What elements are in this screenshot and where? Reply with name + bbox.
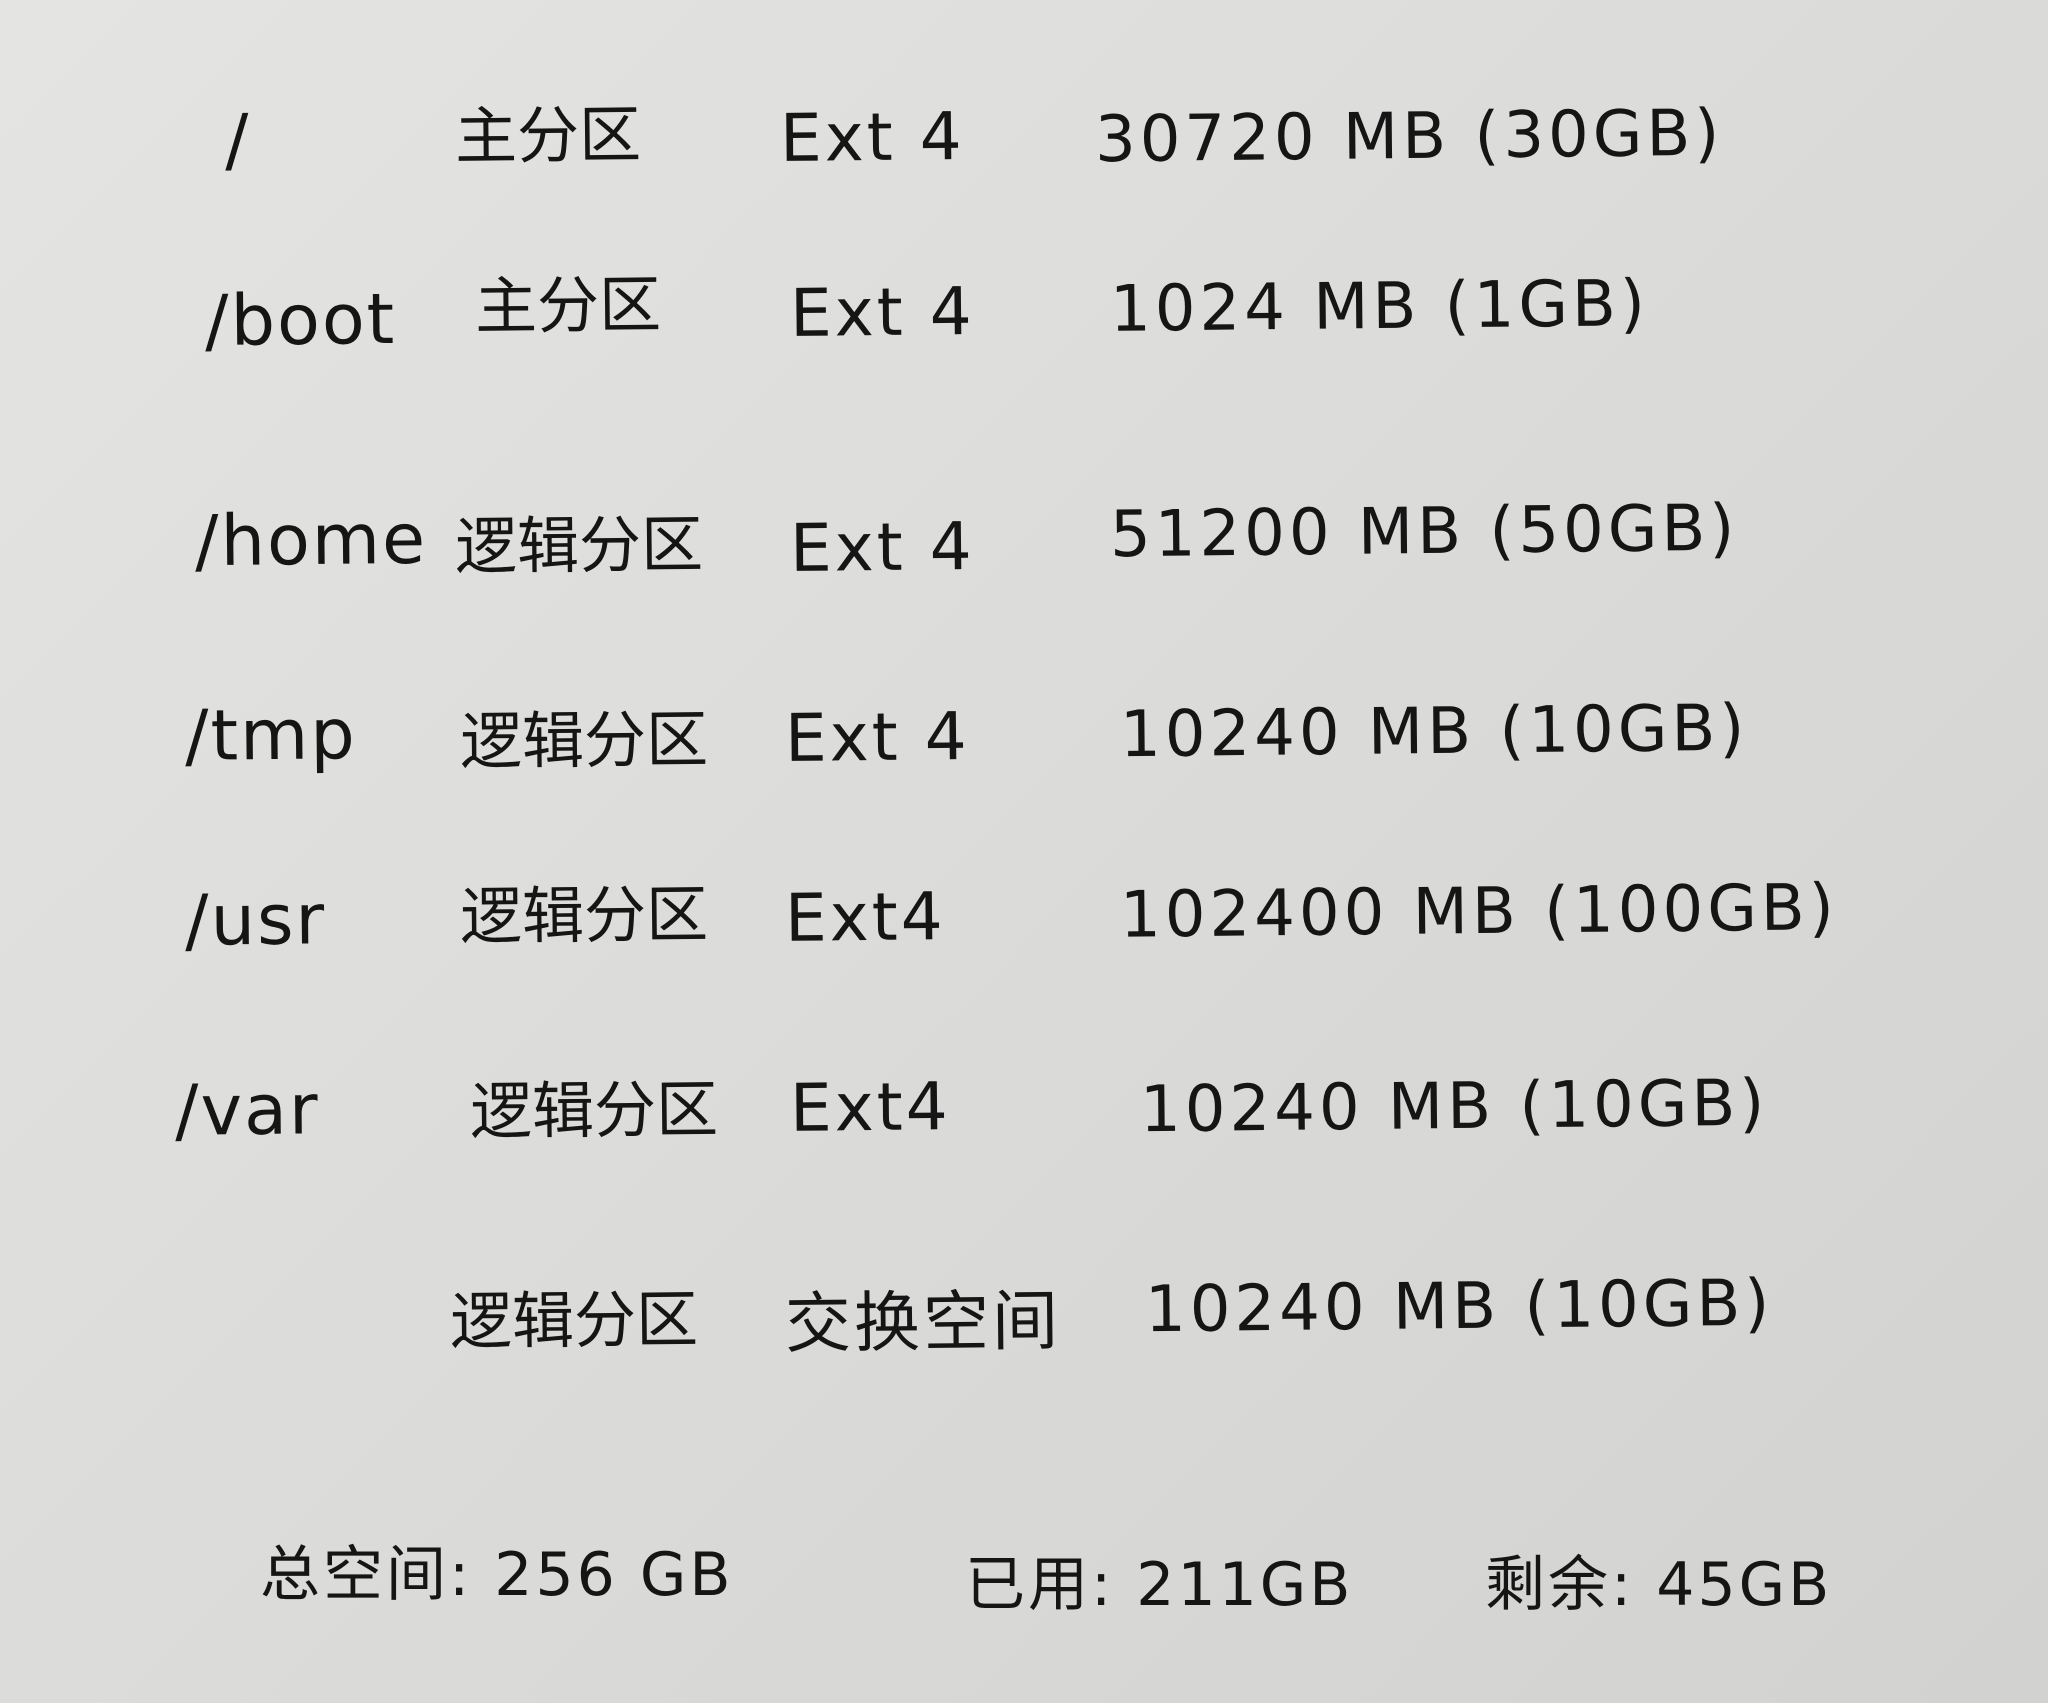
partition-size: 10240 MB (10GB): [1144, 1266, 1774, 1348]
total-space: 总空间: 256 GB: [260, 1540, 734, 1610]
partition-size: 30720 MB (30GB): [1094, 96, 1724, 178]
partition-type: 逻辑分区: [454, 507, 704, 584]
filesystem: Ext 4: [789, 508, 976, 587]
filesystem: Ext4: [789, 1068, 952, 1147]
partition-type: 逻辑分区: [459, 702, 709, 779]
mount-point: /: [224, 98, 252, 182]
filesystem: Ext4: [784, 878, 947, 957]
mount-point: /boot: [204, 278, 397, 362]
partition-size: 10240 MB (10GB): [1119, 691, 1749, 773]
mount-point: /home: [194, 497, 428, 583]
partition-size: 1024 MB (1GB): [1109, 267, 1650, 347]
mount-point: /var: [174, 1068, 321, 1152]
mount-point: /usr: [184, 878, 327, 962]
partition-size: 10240 MB (10GB): [1139, 1066, 1769, 1148]
partition-type: 主分区: [454, 98, 642, 173]
partition-type: 逻辑分区: [469, 1072, 719, 1149]
filesystem: 交换空间: [784, 1282, 1062, 1363]
partition-type: 逻辑分区: [449, 1282, 699, 1359]
partition-size: 51200 MB (50GB): [1109, 491, 1739, 573]
used-space: 已用: 211GB: [965, 1550, 1354, 1620]
filesystem: Ext 4: [789, 273, 976, 352]
remaining-space: 剩余: 45GB: [1485, 1550, 1833, 1620]
filesystem: Ext 4: [784, 698, 971, 777]
partition-size: 102400 MB (100GB): [1119, 871, 1839, 953]
partition-type: 逻辑分区: [459, 877, 709, 954]
handwritten-partition-sheet: / 主分区 Ext 4 30720 MB (30GB) /boot 主分区 Ex…: [0, 0, 2048, 1703]
partition-type: 主分区: [474, 268, 662, 343]
filesystem: Ext 4: [779, 98, 966, 177]
mount-point: /tmp: [184, 693, 358, 777]
